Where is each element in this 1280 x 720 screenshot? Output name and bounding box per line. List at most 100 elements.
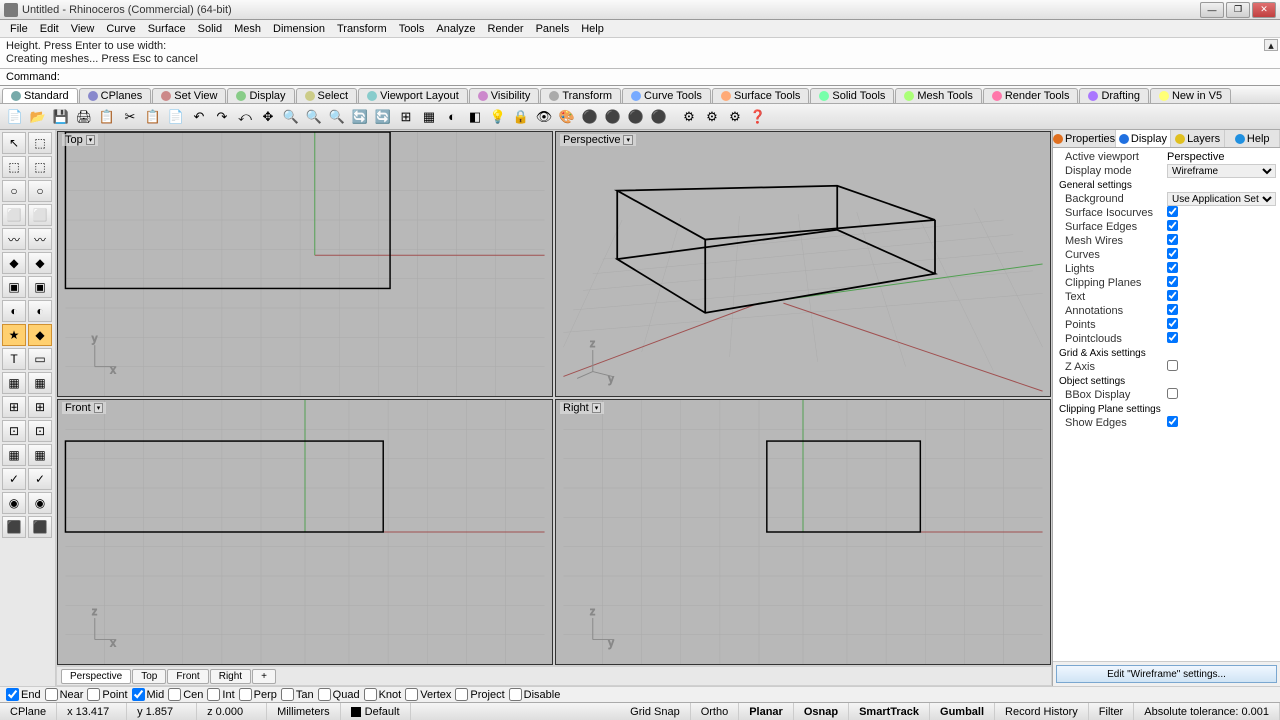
tool-button-8-0[interactable]: ★	[2, 324, 26, 346]
ribbon-tab-new-in-v5[interactable]: New in V5	[1150, 88, 1231, 103]
toolbar-button-20[interactable]: ◧	[464, 106, 486, 128]
toolbar-button-7[interactable]: 📄	[165, 106, 187, 128]
toolbar-button-32[interactable]: ⚙	[724, 106, 746, 128]
panel-checkbox-surface-isocurves[interactable]	[1167, 206, 1178, 217]
viewport-label[interactable]: Front	[65, 402, 91, 414]
tool-button-0-0[interactable]: ↖	[2, 132, 26, 154]
status-toggle-ortho[interactable]: Ortho	[691, 703, 740, 720]
viewport-tab-top[interactable]: Top	[132, 669, 166, 684]
status-cplane[interactable]: CPlane	[0, 703, 57, 720]
tool-button-5-1[interactable]: ◆	[28, 252, 52, 274]
tool-button-7-1[interactable]: ◐	[28, 300, 52, 322]
ribbon-tab-render-tools[interactable]: Render Tools	[983, 88, 1079, 103]
menu-view[interactable]: View	[65, 23, 101, 35]
toolbar-button-23[interactable]: 👁	[533, 106, 555, 128]
toolbar-button-18[interactable]: ▦	[418, 106, 440, 128]
viewport-label[interactable]: Right	[563, 402, 589, 414]
osnap-vertex[interactable]	[405, 688, 418, 701]
viewport-perspective[interactable]: Perspective▾ z y	[555, 131, 1051, 397]
viewport-tab-+[interactable]: +	[252, 669, 276, 684]
toolbar-button-30[interactable]: ⚙	[678, 106, 700, 128]
menu-curve[interactable]: Curve	[100, 23, 141, 35]
toolbar-button-28[interactable]: ⚫	[648, 106, 670, 128]
tool-button-5-0[interactable]: ◆	[2, 252, 26, 274]
ribbon-tab-solid-tools[interactable]: Solid Tools	[810, 88, 894, 103]
osnap-cen[interactable]	[168, 688, 181, 701]
toolbar-button-4[interactable]: 📋	[96, 106, 118, 128]
panel-checkbox-show-edges[interactable]	[1167, 416, 1178, 427]
edit-display-settings-button[interactable]: Edit "Wireframe" settings...	[1056, 665, 1277, 683]
panel-checkbox-surface-edges[interactable]	[1167, 220, 1178, 231]
menu-surface[interactable]: Surface	[142, 23, 192, 35]
viewport-menu-icon[interactable]: ▾	[592, 403, 602, 413]
panel-tab-help[interactable]: Help	[1225, 130, 1280, 147]
status-toggle-smarttrack[interactable]: SmartTrack	[849, 703, 930, 720]
menu-transform[interactable]: Transform	[331, 23, 393, 35]
ribbon-tab-set-view[interactable]: Set View	[152, 88, 226, 103]
viewport-right[interactable]: Right▾ z y	[555, 399, 1051, 665]
ribbon-tab-standard[interactable]: Standard	[2, 88, 78, 103]
tool-button-15-1[interactable]: ◉	[28, 492, 52, 514]
close-button[interactable]: ✕	[1252, 2, 1276, 18]
tool-button-11-1[interactable]: ⊞	[28, 396, 52, 418]
ribbon-tab-select[interactable]: Select	[296, 88, 358, 103]
osnap-end[interactable]	[6, 688, 19, 701]
ribbon-tab-surface-tools[interactable]: Surface Tools	[712, 88, 809, 103]
tool-button-4-1[interactable]: 〰	[28, 228, 52, 250]
tool-button-1-1[interactable]: ⬚	[28, 156, 52, 178]
tool-button-16-0[interactable]: ⬛	[2, 516, 26, 538]
panel-checkbox-curves[interactable]	[1167, 248, 1178, 259]
tool-button-6-1[interactable]: ▣	[28, 276, 52, 298]
panel-select-display-mode[interactable]: Wireframe	[1167, 164, 1276, 178]
osnap-perp[interactable]	[239, 688, 252, 701]
osnap-int[interactable]	[207, 688, 220, 701]
ribbon-tab-cplanes[interactable]: CPlanes	[79, 88, 152, 103]
toolbar-button-16[interactable]: 🔄	[372, 106, 394, 128]
ribbon-tab-display[interactable]: Display	[227, 88, 294, 103]
toolbar-button-27[interactable]: ⚫	[625, 106, 647, 128]
tool-button-4-0[interactable]: 〰	[2, 228, 26, 250]
ribbon-tab-viewport-layout[interactable]: Viewport Layout	[358, 88, 468, 103]
menu-analyze[interactable]: Analyze	[430, 23, 481, 35]
toolbar-button-31[interactable]: ⚙	[701, 106, 723, 128]
toolbar-button-1[interactable]: 📂	[27, 106, 49, 128]
status-toggle-osnap[interactable]: Osnap	[794, 703, 849, 720]
osnap-project[interactable]	[455, 688, 468, 701]
osnap-disable[interactable]	[509, 688, 522, 701]
ribbon-tab-curve-tools[interactable]: Curve Tools	[622, 88, 711, 103]
tool-button-6-0[interactable]: ▣	[2, 276, 26, 298]
viewport-menu-icon[interactable]: ▾	[86, 135, 96, 145]
viewport-tab-perspective[interactable]: Perspective	[61, 669, 131, 684]
tool-button-3-1[interactable]: ⬜	[28, 204, 52, 226]
toolbar-button-12[interactable]: 🔍	[280, 106, 302, 128]
tool-button-10-0[interactable]: ▦	[2, 372, 26, 394]
tool-button-16-1[interactable]: ⬛	[28, 516, 52, 538]
status-toggle-gumball[interactable]: Gumball	[930, 703, 995, 720]
panel-checkbox-annotations[interactable]	[1167, 304, 1178, 315]
tool-button-9-1[interactable]: ▭	[28, 348, 52, 370]
panel-checkbox-text[interactable]	[1167, 290, 1178, 301]
tool-button-1-0[interactable]: ⬚	[2, 156, 26, 178]
osnap-quad[interactable]	[318, 688, 331, 701]
toolbar-button-3[interactable]: 🖨	[73, 106, 95, 128]
tool-button-9-0[interactable]: T	[2, 348, 26, 370]
toolbar-button-24[interactable]: 🎨	[556, 106, 578, 128]
toolbar-button-33[interactable]: ❓	[747, 106, 769, 128]
toolbar-button-25[interactable]: ⚫	[579, 106, 601, 128]
panel-checkbox-pointclouds[interactable]	[1167, 332, 1178, 343]
panel-tab-properties[interactable]: Properties	[1053, 130, 1116, 147]
toolbar-button-10[interactable]: ⤺	[234, 106, 256, 128]
menu-file[interactable]: File	[4, 23, 34, 35]
viewport-label[interactable]: Top	[65, 134, 83, 146]
status-toggle-record-history[interactable]: Record History	[995, 703, 1089, 720]
osnap-near[interactable]	[45, 688, 58, 701]
menu-edit[interactable]: Edit	[34, 23, 65, 35]
panel-select-background[interactable]: Use Application Settings	[1167, 192, 1276, 206]
tool-button-12-0[interactable]: ⊡	[2, 420, 26, 442]
status-toggle-grid-snap[interactable]: Grid Snap	[620, 703, 691, 720]
panel-checkbox-z-axis[interactable]	[1167, 360, 1178, 371]
osnap-tan[interactable]	[281, 688, 294, 701]
viewport-label[interactable]: Perspective	[563, 134, 620, 146]
tool-button-14-0[interactable]: ✓	[2, 468, 26, 490]
toolbar-button-2[interactable]: 💾	[50, 106, 72, 128]
